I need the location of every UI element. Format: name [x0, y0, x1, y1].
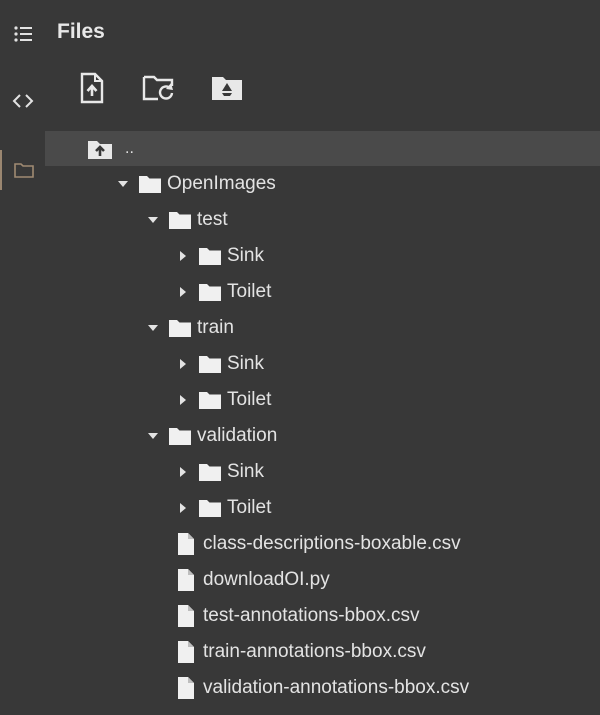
files-button[interactable]: [0, 150, 45, 190]
table-of-contents-button[interactable]: [0, 14, 45, 54]
caret-down-icon[interactable]: [145, 428, 161, 444]
folder-row-test-toilet[interactable]: Toilet: [45, 274, 600, 310]
caret-down-icon[interactable]: [115, 176, 131, 192]
folder-row-test[interactable]: test: [45, 202, 600, 238]
folder-label: test: [197, 209, 228, 230]
file-label: train-annotations-bbox.csv: [203, 641, 426, 662]
file-row[interactable]: train-annotations-bbox.csv: [45, 634, 600, 670]
caret-right-icon[interactable]: [175, 356, 191, 372]
folder-label: validation: [197, 425, 278, 446]
file-label: test-annotations-bbox.csv: [203, 605, 420, 626]
folder-icon: [197, 460, 223, 484]
file-icon: [173, 676, 199, 700]
folder-label: OpenImages: [167, 173, 276, 194]
file-icon: [173, 640, 199, 664]
folder-up-icon: [87, 137, 113, 161]
file-row[interactable]: validation-annotations-bbox.csv: [45, 670, 600, 706]
mount-drive-icon: [212, 77, 242, 100]
caret-right-icon[interactable]: [175, 464, 191, 480]
table-of-contents-icon: [13, 26, 32, 42]
caret-right-icon[interactable]: [175, 284, 191, 300]
folder-row-train-sink[interactable]: Sink: [45, 346, 600, 382]
file-row[interactable]: downloadOI.py: [45, 562, 600, 598]
folder-row-openimages[interactable]: OpenImages: [45, 166, 600, 202]
file-label: class-descriptions-boxable.csv: [203, 533, 461, 554]
file-icon: [173, 532, 199, 556]
folder-row-validation-sink[interactable]: Sink: [45, 454, 600, 490]
mount-drive-button[interactable]: [209, 70, 245, 106]
folder-icon: [197, 280, 223, 304]
folder-label: Sink: [227, 353, 264, 374]
caret-right-icon[interactable]: [175, 248, 191, 264]
caret-down-icon[interactable]: [145, 320, 161, 336]
folder-row-validation[interactable]: validation: [45, 418, 600, 454]
parent-directory-label: ..: [125, 139, 134, 157]
file-row[interactable]: test-annotations-bbox.csv: [45, 598, 600, 634]
code-snippets-button[interactable]: [0, 81, 45, 121]
folder-icon: [197, 496, 223, 520]
folder-icon: [197, 388, 223, 412]
folder-label: Toilet: [227, 389, 272, 410]
folder-row-train-toilet[interactable]: Toilet: [45, 382, 600, 418]
folder-row-validation-toilet[interactable]: Toilet: [45, 490, 600, 526]
upload-button[interactable]: [74, 70, 110, 106]
caret-right-icon[interactable]: [175, 392, 191, 408]
refresh-folder-icon: [142, 75, 174, 101]
folder-icon: [167, 424, 193, 448]
file-tree: .. OpenImages test Sink Toilet train Sin…: [45, 131, 600, 706]
folder-label: Sink: [227, 245, 264, 266]
left-rail: [0, 0, 45, 715]
folder-label: Toilet: [227, 281, 272, 302]
folder-icon: [137, 172, 163, 196]
parent-directory-row[interactable]: ..: [45, 131, 600, 166]
file-icon: [173, 568, 199, 592]
file-row[interactable]: class-descriptions-boxable.csv: [45, 526, 600, 562]
folder-icon: [197, 244, 223, 268]
file-label: validation-annotations-bbox.csv: [203, 677, 470, 698]
folder-icon: [167, 208, 193, 232]
folder-row-test-sink[interactable]: Sink: [45, 238, 600, 274]
upload-file-icon: [80, 72, 104, 104]
folder-icon: [13, 163, 34, 178]
file-icon: [173, 604, 199, 628]
folder-label: Toilet: [227, 497, 272, 518]
folder-label: Sink: [227, 461, 264, 482]
folder-row-train[interactable]: train: [45, 310, 600, 346]
caret-right-icon[interactable]: [175, 500, 191, 516]
file-label: downloadOI.py: [203, 569, 330, 590]
caret-down-icon[interactable]: [145, 212, 161, 228]
code-icon: [12, 94, 33, 108]
refresh-button[interactable]: [141, 70, 177, 106]
folder-label: train: [197, 317, 234, 338]
folder-icon: [197, 352, 223, 376]
folder-icon: [167, 316, 193, 340]
panel-title: Files: [57, 20, 105, 43]
